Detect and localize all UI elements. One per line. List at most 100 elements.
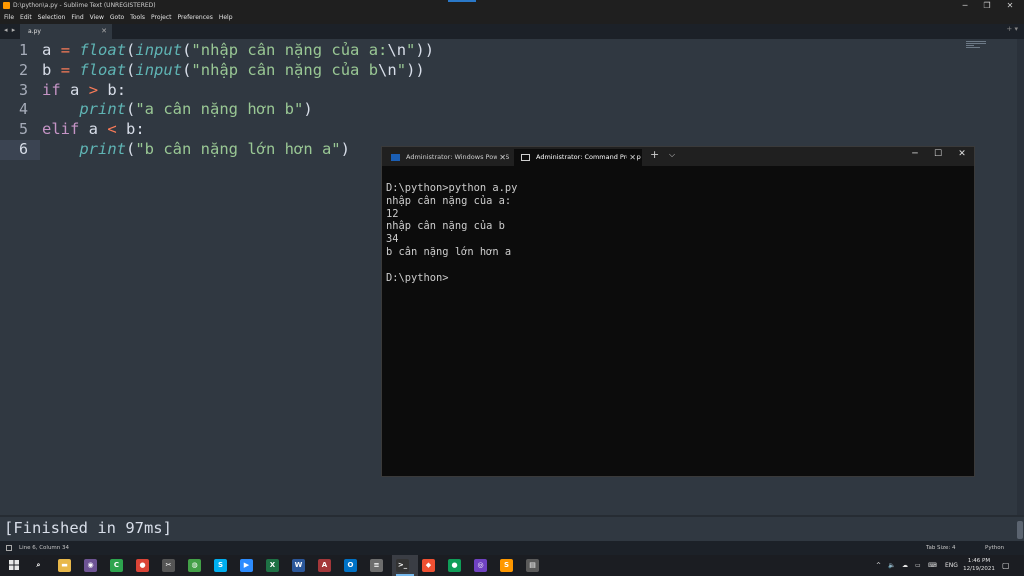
terminal-icon[interactable]: >_ xyxy=(396,559,409,572)
menu-view[interactable]: View xyxy=(90,12,104,24)
code-token: ( xyxy=(126,41,136,59)
terminal-line: nhập cân nặng của b xyxy=(386,220,505,233)
code-token: input xyxy=(135,60,183,79)
word-icon[interactable]: W xyxy=(292,559,305,572)
code-token: "nhập cân nặng của b xyxy=(191,60,379,79)
camtasia-icon[interactable]: C xyxy=(110,559,123,572)
terminal-line: 34 xyxy=(386,233,399,246)
code-line-1[interactable]: a = float(input("nhập cân nặng của a:\n"… xyxy=(42,41,434,61)
terminal-minimize-button[interactable]: ─ xyxy=(905,149,925,159)
terminal-tab-powershell[interactable]: Administrator: Windows PowerS ✕ xyxy=(384,149,512,166)
code-line-3[interactable]: if a > b: xyxy=(42,81,434,101)
terminal-window[interactable]: Administrator: Windows PowerS ✕ Administ… xyxy=(381,146,975,477)
tab-a-py[interactable]: a.py ✕ xyxy=(20,24,112,39)
notification-icon[interactable]: ▢ xyxy=(1002,555,1010,576)
volume-icon[interactable]: 🔈 xyxy=(888,555,895,576)
access-icon[interactable]: A xyxy=(318,559,331,572)
sublime-app-icon xyxy=(3,2,10,9)
network-icon[interactable]: ▤ xyxy=(526,559,539,572)
windows-start-icon[interactable] xyxy=(9,560,19,570)
chevron-down-icon[interactable]: ⌵ xyxy=(669,150,675,160)
code-line-4[interactable]: print("a cân nặng hơn b") xyxy=(42,100,434,120)
code-line-6[interactable]: print("b cân nặng lớn hơn a") xyxy=(42,140,434,160)
syntax-selector[interactable]: Python xyxy=(985,541,1004,555)
code-token: b: xyxy=(126,120,145,139)
tab-nav-arrows[interactable]: ◂ ▸ xyxy=(4,26,16,34)
keyboard-icon[interactable]: ⌨ xyxy=(928,555,937,576)
language-indicator[interactable]: ENG xyxy=(945,555,958,576)
terminal-line: 12 xyxy=(386,207,399,220)
github-icon[interactable]: ◎ xyxy=(474,559,487,572)
panel-toggle-icon[interactable] xyxy=(6,545,12,551)
code-token: b xyxy=(42,60,52,79)
clock-time: 1:46 PM xyxy=(967,558,991,564)
code-token: ( xyxy=(126,139,136,158)
line-number: 2 xyxy=(18,60,28,79)
line-number: 5 xyxy=(18,120,28,139)
menu-preferences[interactable]: Preferences xyxy=(178,12,213,24)
notepad-icon[interactable]: ≡ xyxy=(370,559,383,572)
chrome-icon[interactable]: ● xyxy=(136,559,149,572)
system-clock[interactable]: 1:46 PM 12/19/2021 xyxy=(962,557,996,573)
snipping-icon[interactable]: ✂ xyxy=(162,559,175,572)
output-scrollbar[interactable] xyxy=(1017,521,1023,539)
tab-close-icon[interactable]: ✕ xyxy=(101,24,107,39)
editor-scrollbar[interactable] xyxy=(1017,39,1024,515)
git-icon[interactable]: ◆ xyxy=(422,559,435,572)
greenshot-icon[interactable]: ◍ xyxy=(188,559,201,572)
close-window-button[interactable]: ✕ xyxy=(999,0,1021,12)
menu-selection[interactable]: Selection xyxy=(38,12,66,24)
search-icon[interactable]: ⌕ xyxy=(32,559,45,572)
tab-label: a.py xyxy=(28,28,41,35)
terminal-tab-cmd[interactable]: Administrator: Command Promp ✕ xyxy=(514,149,642,166)
chrome-alt-icon[interactable]: ● xyxy=(448,559,461,572)
github-desktop-icon[interactable]: ◉ xyxy=(84,559,97,572)
code-token: ( xyxy=(126,60,136,79)
code-token: print xyxy=(79,100,126,119)
code-line-2[interactable]: b = float(input("nhập cân nặng của b\n")… xyxy=(42,61,434,81)
code-token: if xyxy=(42,80,61,99)
line-number-gutter: 1 2 3 4 5 6 xyxy=(0,41,40,160)
terminal-close-button[interactable]: ✕ xyxy=(952,149,972,159)
tab-strip-actions[interactable]: + ▾ xyxy=(1006,25,1018,33)
tab-size-selector[interactable]: Tab Size: 4 xyxy=(926,541,955,555)
code-token: print xyxy=(79,139,126,158)
menu-project[interactable]: Project xyxy=(151,12,172,24)
cmd-icon xyxy=(521,154,530,161)
terminal-line: nhập cân nặng của a: xyxy=(386,194,512,207)
code-token: )) xyxy=(406,60,425,79)
menu-tools[interactable]: Tools xyxy=(130,12,145,24)
menu-edit[interactable]: Edit xyxy=(20,12,32,24)
menu-goto[interactable]: Goto xyxy=(110,12,124,24)
terminal-maximize-button[interactable]: ☐ xyxy=(928,149,948,159)
sublime-icon[interactable]: S xyxy=(500,559,513,572)
new-tab-button[interactable]: + xyxy=(650,148,659,161)
code-lines[interactable]: a = float(input("nhập cân nặng của a:\n"… xyxy=(42,41,434,160)
menu-find[interactable]: Find xyxy=(71,12,83,24)
menu-file[interactable]: File xyxy=(4,12,14,24)
code-line-5[interactable]: elif a < b: xyxy=(42,120,434,140)
skype-icon[interactable]: S xyxy=(214,559,227,572)
zoom-icon[interactable]: ▶ xyxy=(240,559,253,572)
tray-chevron-icon[interactable]: ^ xyxy=(876,555,881,576)
close-icon[interactable]: ✕ xyxy=(627,149,636,166)
excel-icon[interactable]: X xyxy=(266,559,279,572)
cursor-position: Line 6, Column 34 xyxy=(19,545,70,551)
code-token: ( xyxy=(182,41,192,59)
minimap[interactable] xyxy=(966,41,988,51)
maximize-button[interactable]: ❐ xyxy=(976,0,998,12)
terminal-tab-label: Administrator: Windows PowerS xyxy=(406,153,510,161)
menu-help[interactable]: Help xyxy=(219,12,233,24)
code-token: ) xyxy=(303,100,313,119)
terminal-output[interactable]: D:\python>python a.py nhập cân nặng của a… xyxy=(386,182,517,284)
close-icon[interactable]: ✕ xyxy=(497,149,506,166)
minimize-button[interactable]: ─ xyxy=(954,0,976,12)
code-token: elif xyxy=(42,120,80,139)
file-explorer-icon[interactable]: ▬ xyxy=(58,559,71,572)
outlook-icon[interactable]: O xyxy=(344,559,357,572)
battery-icon[interactable]: ▭ xyxy=(915,555,921,576)
terminal-line: D:\python>python a.py xyxy=(386,182,518,194)
network-tray-icon[interactable]: ☁ xyxy=(902,555,908,576)
